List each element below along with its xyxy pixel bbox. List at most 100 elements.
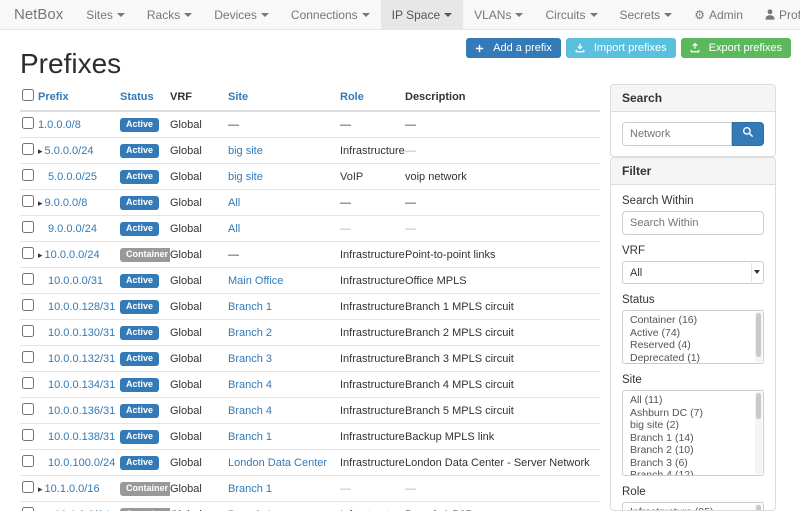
prefix-link[interactable]: 5.0.0.0/24 (45, 145, 94, 157)
site-link[interactable]: Branch 1 (228, 431, 272, 443)
status-badge[interactable]: Active (120, 404, 159, 418)
listbox-option[interactable]: Active (74) (630, 327, 763, 340)
status-badge[interactable]: Active (120, 326, 159, 340)
scrollbar[interactable] (755, 392, 762, 474)
listbox-option[interactable]: Container (16) (630, 314, 763, 327)
nav-item-devices[interactable]: Devices (203, 0, 280, 29)
row-checkbox[interactable] (22, 117, 34, 129)
status-badge[interactable]: Active (120, 196, 159, 210)
status-badge[interactable]: Container (120, 482, 170, 496)
site-link[interactable]: London Data Center (228, 457, 327, 469)
row-checkbox[interactable] (22, 169, 34, 181)
nav-item-ip-space[interactable]: IP Space (381, 0, 463, 29)
listbox-option[interactable]: Deprecated (1) (630, 352, 763, 365)
nav-item-racks[interactable]: Racks (136, 0, 203, 29)
site-link[interactable]: Main Office (228, 275, 283, 287)
site-link[interactable]: Branch 1 (228, 301, 272, 313)
scrollbar[interactable] (755, 312, 762, 362)
prefix-link[interactable]: 10.0.0.138/31 (48, 431, 115, 443)
site-link[interactable]: All (228, 223, 240, 235)
prefix-link[interactable]: 10.0.100.0/24 (48, 457, 115, 469)
role-multiselect[interactable]: Infrastructure (25)Management (8)Private… (622, 502, 764, 511)
prefix-link[interactable]: 10.0.0.0/24 (45, 249, 100, 261)
prefix-link[interactable]: 10.0.0.132/31 (48, 353, 115, 365)
site-link[interactable]: Branch 2 (228, 327, 272, 339)
listbox-option[interactable]: Branch 2 (10) (630, 444, 763, 457)
listbox-option[interactable]: Branch 3 (6) (630, 457, 763, 470)
status-badge[interactable]: Active (120, 274, 159, 288)
nav-item-sites[interactable]: Sites (75, 0, 136, 29)
scrollbar[interactable] (755, 504, 762, 511)
row-checkbox[interactable] (22, 455, 34, 467)
search-input[interactable] (622, 122, 732, 146)
row-checkbox[interactable] (22, 429, 34, 441)
site-multiselect[interactable]: All (11)Ashburn DC (7)big site (2) Branch… (622, 390, 764, 476)
nav-item-vlans[interactable]: VLANs (463, 0, 534, 29)
listbox-option[interactable]: Reserved (4) (630, 339, 763, 352)
prefix-link[interactable]: 9.0.0.0/24 (48, 223, 97, 235)
status-badge[interactable]: Active (120, 118, 159, 132)
column-header-role[interactable]: Role (340, 84, 405, 111)
status-badge[interactable]: Active (120, 430, 159, 444)
site-link[interactable]: Branch 4 (228, 379, 272, 391)
row-checkbox[interactable] (22, 299, 34, 311)
prefix-link[interactable]: 10.0.0.0/31 (48, 275, 103, 287)
site-link[interactable]: Branch 1 (228, 483, 272, 495)
row-checkbox[interactable] (22, 143, 34, 155)
status-badge[interactable]: Container (120, 508, 170, 511)
prefix-link[interactable]: 10.0.0.130/31 (48, 327, 115, 339)
row-checkbox[interactable] (22, 247, 34, 259)
status-badge[interactable]: Active (120, 456, 159, 470)
row-checkbox[interactable] (22, 221, 34, 233)
row-checkbox[interactable] (22, 403, 34, 415)
netbox-brand[interactable]: NetBox (0, 0, 75, 29)
scrollbar-thumb[interactable] (756, 505, 761, 511)
nav-item-connections[interactable]: Connections (280, 0, 381, 29)
listbox-option[interactable]: big site (2) (630, 419, 763, 432)
row-checkbox[interactable] (22, 351, 34, 363)
site-link[interactable]: big site (228, 171, 263, 183)
nav-item-profile[interactable]: Profile (754, 0, 800, 29)
search-within-input[interactable] (622, 211, 764, 235)
nav-item-circuits[interactable]: Circuits (534, 0, 608, 29)
row-checkbox[interactable] (22, 273, 34, 285)
prefix-link[interactable]: 10.1.0.0/16 (45, 483, 100, 495)
prefix-link[interactable]: 10.0.0.136/31 (48, 405, 115, 417)
scrollbar-thumb[interactable] (756, 313, 761, 357)
listbox-option[interactable]: Branch 4 (12) (630, 469, 763, 476)
listbox-option[interactable]: All (11) (630, 394, 763, 407)
add-prefix-button[interactable]: Add a prefix (466, 38, 561, 58)
status-badge[interactable]: Active (120, 144, 159, 158)
site-link[interactable]: All (228, 197, 240, 209)
prefix-link[interactable]: 1.0.0.0/8 (38, 119, 81, 131)
row-checkbox[interactable] (22, 195, 34, 207)
nav-item-admin[interactable]: ⚙Admin (683, 0, 754, 29)
row-checkbox[interactable] (22, 377, 34, 389)
prefix-link[interactable]: 10.0.0.134/31 (48, 379, 115, 391)
row-checkbox[interactable] (22, 481, 34, 493)
column-header-site[interactable]: Site (228, 84, 340, 111)
row-checkbox[interactable] (22, 325, 34, 337)
prefix-link[interactable]: 10.0.0.128/31 (48, 301, 115, 313)
import-prefixes-button[interactable]: Import prefixes (566, 38, 676, 58)
search-button[interactable] (732, 122, 764, 146)
status-badge[interactable]: Active (120, 352, 159, 366)
listbox-option[interactable]: Ashburn DC (7) (630, 407, 763, 420)
select-all-checkbox[interactable] (22, 89, 34, 101)
prefix-link[interactable]: 9.0.0.0/8 (45, 197, 88, 209)
listbox-option[interactable]: Infrastructure (25) (630, 506, 763, 511)
status-badge[interactable]: Active (120, 222, 159, 236)
status-multiselect[interactable]: Container (16)Active (74)Reserved (4)Dep… (622, 310, 764, 364)
column-header-prefix[interactable]: Prefix (38, 84, 120, 111)
status-badge[interactable]: Active (120, 170, 159, 184)
column-header-status[interactable]: Status (120, 84, 170, 111)
site-link[interactable]: Branch 4 (228, 405, 272, 417)
status-badge[interactable]: Container (120, 248, 170, 262)
export-prefixes-button[interactable]: Export prefixes (681, 38, 791, 58)
site-link[interactable]: big site (228, 145, 263, 157)
nav-item-secrets[interactable]: Secrets (609, 0, 684, 29)
status-badge[interactable]: Active (120, 300, 159, 314)
status-badge[interactable]: Active (120, 378, 159, 392)
vrf-select[interactable]: All (622, 261, 764, 284)
row-checkbox[interactable] (22, 507, 34, 511)
